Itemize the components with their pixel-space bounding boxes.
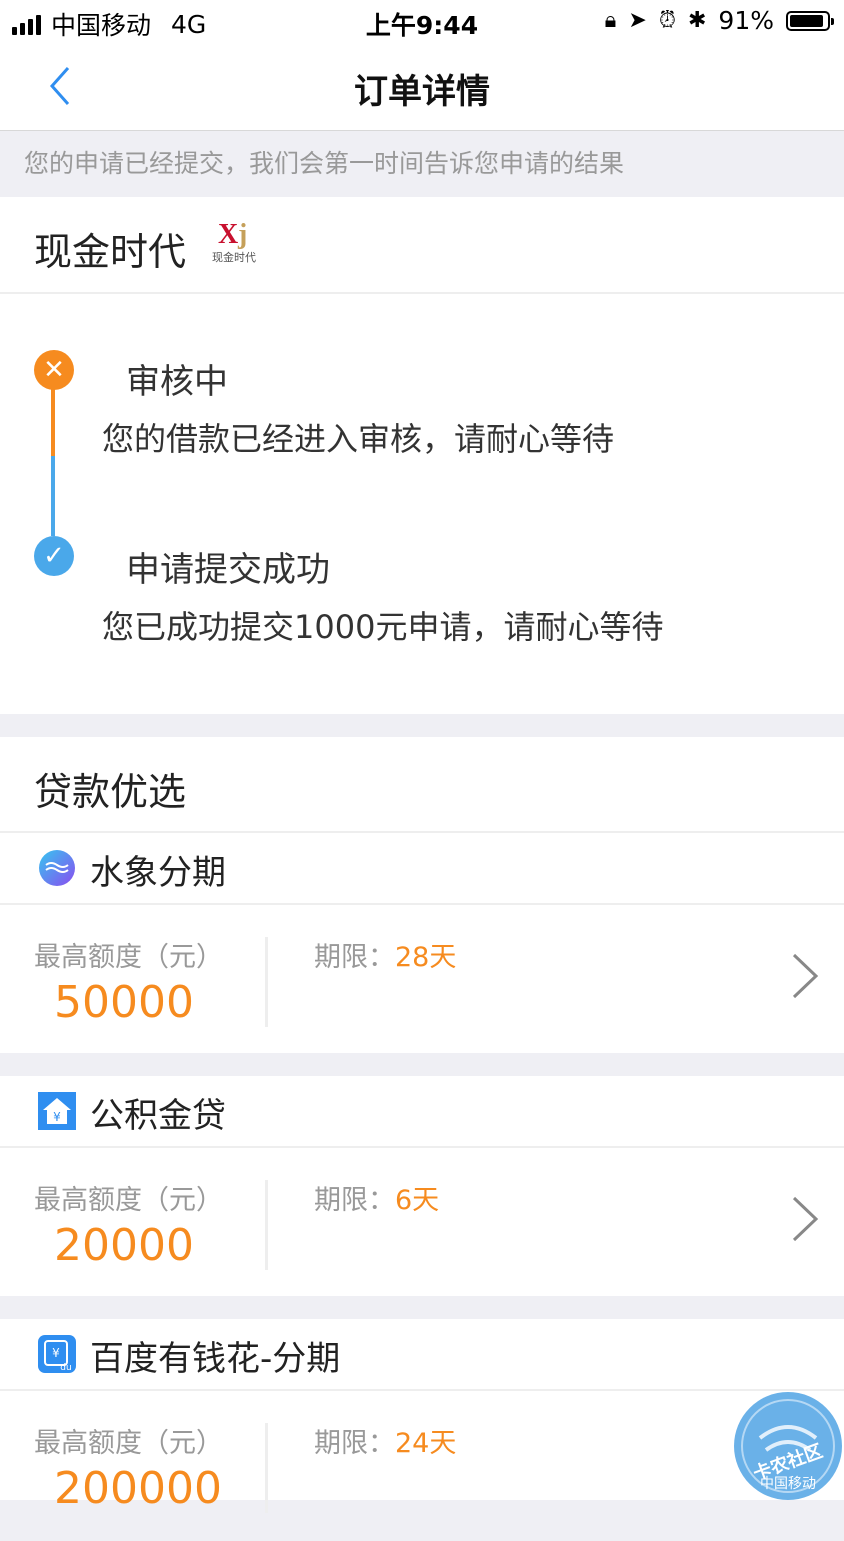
term: 期限：6天 <box>314 1178 439 1217</box>
page-title: 订单详情 <box>354 72 490 112</box>
loan-product-name: 水象分期 <box>90 853 226 893</box>
term: 期限：28天 <box>314 935 456 974</box>
chevron-right-icon[interactable] <box>790 951 820 1001</box>
order-timeline: ✕ 审核中 您的借款已经进入审核，请耐心等待 ✓ 申请提交成功 您已成功提交10… <box>0 294 844 714</box>
community-watermark-button[interactable]: 卡农社区 中国移动 <box>730 1388 844 1500</box>
step-desc: 您的借款已经进入审核，请耐心等待 <box>102 420 615 458</box>
loan-card-header: 水象分期 <box>0 833 844 905</box>
max-amount-value: 50000 <box>54 977 194 1028</box>
section-title: 贷款优选 <box>34 770 187 814</box>
alarm-icon: ⏰︎ <box>658 8 676 33</box>
baidu-du-icon: ¥ du <box>38 1335 76 1373</box>
merchant-header: 现金时代 Xj 现金时代 <box>0 197 844 294</box>
loan-card[interactable]: ¥ 公积金贷 最高额度（元） 20000 期限：6天 <box>0 1076 844 1296</box>
merchant-name: 现金时代 <box>34 230 187 274</box>
water-wave-icon <box>39 850 75 886</box>
close-icon: ✕ <box>34 350 74 390</box>
max-amount-value: 200000 <box>54 1463 222 1514</box>
term-label: 期限： <box>314 1428 395 1459</box>
recommend-header: 贷款优选 <box>0 737 844 833</box>
bluetooth-icon: ✱ <box>687 8 707 33</box>
status-bar: 中国移动 4G 上午9:44 🔒︎ ➤ ⏰︎ ✱ 91% <box>0 0 844 44</box>
max-amount-value: 20000 <box>54 1220 194 1271</box>
rotation-lock-icon: 🔒︎ <box>604 8 617 33</box>
chevron-right-icon[interactable] <box>790 1194 820 1244</box>
step-title: 审核中 <box>126 362 228 402</box>
max-amount-label: 最高额度（元） <box>34 1185 223 1216</box>
timeline-connector <box>51 456 55 536</box>
battery-icon <box>786 10 834 31</box>
term-label: 期限： <box>314 1185 395 1216</box>
svg-text:du: du <box>60 1363 71 1373</box>
max-amount-label: 最高额度（元） <box>34 942 223 973</box>
step-title: 申请提交成功 <box>126 550 330 590</box>
divider <box>265 937 268 1027</box>
loan-card[interactable]: 水象分期 最高额度（元） 50000 期限：28天 <box>0 833 844 1053</box>
loan-product-name: 百度有钱花-分期 <box>90 1339 341 1379</box>
svg-text:¥: ¥ <box>52 1346 60 1360</box>
svg-text:¥: ¥ <box>53 1110 61 1124</box>
term-value: 24天 <box>395 1428 457 1459</box>
divider <box>265 1180 268 1270</box>
loan-card-header: ¥ 公积金贷 <box>0 1076 844 1148</box>
battery-percent: 91% <box>718 6 774 35</box>
submission-notice: 您的申请已经提交，我们会第一时间告诉您申请的结果 <box>0 131 844 197</box>
location-icon: ➤ <box>628 8 647 33</box>
term-value: 28天 <box>395 942 457 973</box>
merchant-logo: Xj 现金时代 <box>212 219 256 264</box>
max-amount-label: 最高额度（元） <box>34 1428 223 1459</box>
step-desc: 您已成功提交1000元申请，请耐心等待 <box>102 608 664 646</box>
house-yen-icon: ¥ <box>38 1092 76 1130</box>
loan-card-header: ¥ du 百度有钱花-分期 <box>0 1319 844 1391</box>
check-icon: ✓ <box>34 536 74 576</box>
loan-card[interactable]: ¥ du 百度有钱花-分期 最高额度（元） 200000 期限：24天 <box>0 1319 844 1514</box>
timeline-connector <box>51 382 55 456</box>
navigation-bar: 订单详情 <box>0 44 844 131</box>
watermark-sub: 中国移动 <box>760 1476 816 1492</box>
term-value: 6天 <box>395 1185 440 1216</box>
loan-product-name: 公积金贷 <box>90 1096 226 1136</box>
term-label: 期限： <box>314 942 395 973</box>
term: 期限：24天 <box>314 1421 456 1460</box>
